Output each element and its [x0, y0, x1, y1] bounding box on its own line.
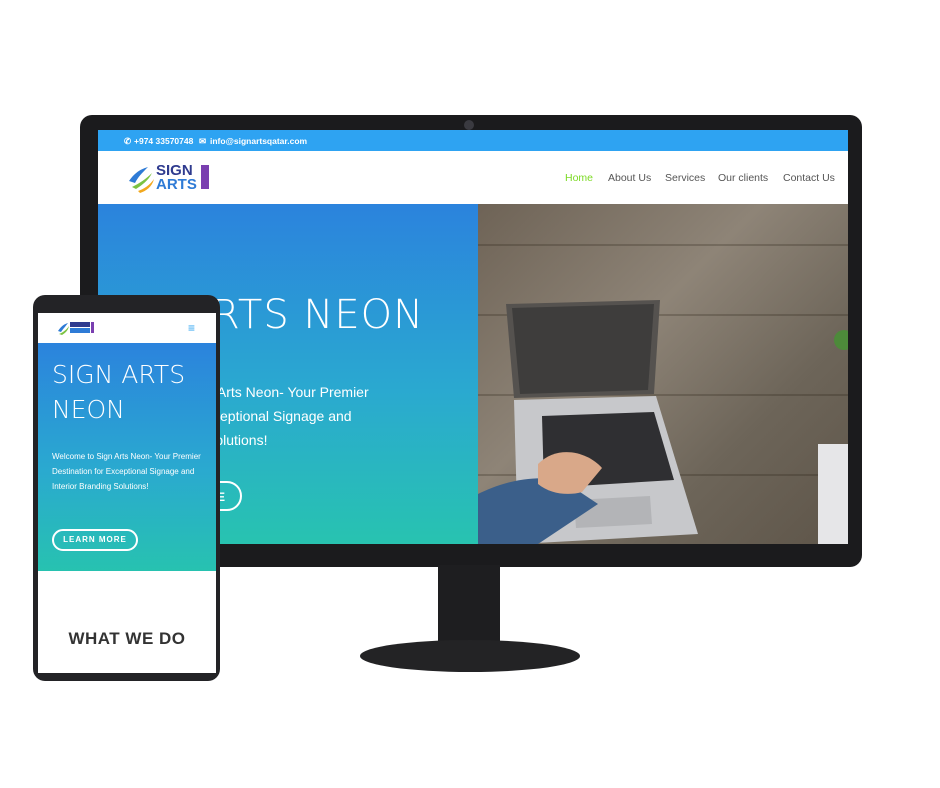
hero-text-line-2: xceptional Signage and	[206, 408, 352, 424]
mobile-hero-title: SIGN ARTS NEON	[52, 360, 186, 424]
nav-home[interactable]: Home	[565, 172, 593, 184]
envelope-icon: ✉	[199, 136, 207, 146]
hero-text-line-1: n Arts Neon- Your Premier	[206, 384, 369, 400]
what-we-do-heading: WHAT WE DO	[68, 629, 186, 648]
hero-laptop-photo	[478, 204, 848, 544]
hero-text: n Arts Neon- Your Premier xceptional Sig…	[206, 380, 396, 452]
mobile-learn-more-button[interactable]: LEARN MORE	[52, 529, 138, 551]
nav-about-us[interactable]: About Us	[608, 172, 651, 184]
monitor-stand-neck	[438, 565, 500, 647]
hero-text-line-3: Solutions!	[206, 432, 268, 448]
topbar-email[interactable]: info@signartsqatar.com	[210, 136, 307, 146]
nav-our-clients[interactable]: Our clients	[718, 172, 768, 184]
nav-contact-us[interactable]: Contact Us	[783, 172, 835, 184]
phone-icon: ✆	[124, 136, 132, 146]
webcam-icon	[464, 120, 474, 130]
mobile-logo[interactable]	[56, 319, 96, 337]
site-logo[interactable]: SIGN ARTS	[126, 159, 212, 195]
mobile-screen: ≡ SIGN ARTS NEON Welcome to Sign Arts Ne…	[38, 313, 216, 673]
topbar-phone[interactable]: +974 33570748	[134, 136, 193, 146]
logo-text-2: ARTS	[156, 176, 197, 193]
mobile-hero-text: Welcome to Sign Arts Neon- Your Premier …	[52, 452, 201, 491]
site-header: SIGN ARTS Home About Us Services Our cli…	[98, 151, 848, 205]
hero-title: RTS NEON	[212, 292, 425, 338]
monitor-stand-base	[360, 640, 580, 672]
nav-services[interactable]: Services	[665, 172, 705, 184]
hamburger-icon[interactable]: ≡	[188, 321, 195, 335]
top-bar: ✆ +974 33570748 ✉ info@signartsqatar.com	[98, 130, 848, 151]
